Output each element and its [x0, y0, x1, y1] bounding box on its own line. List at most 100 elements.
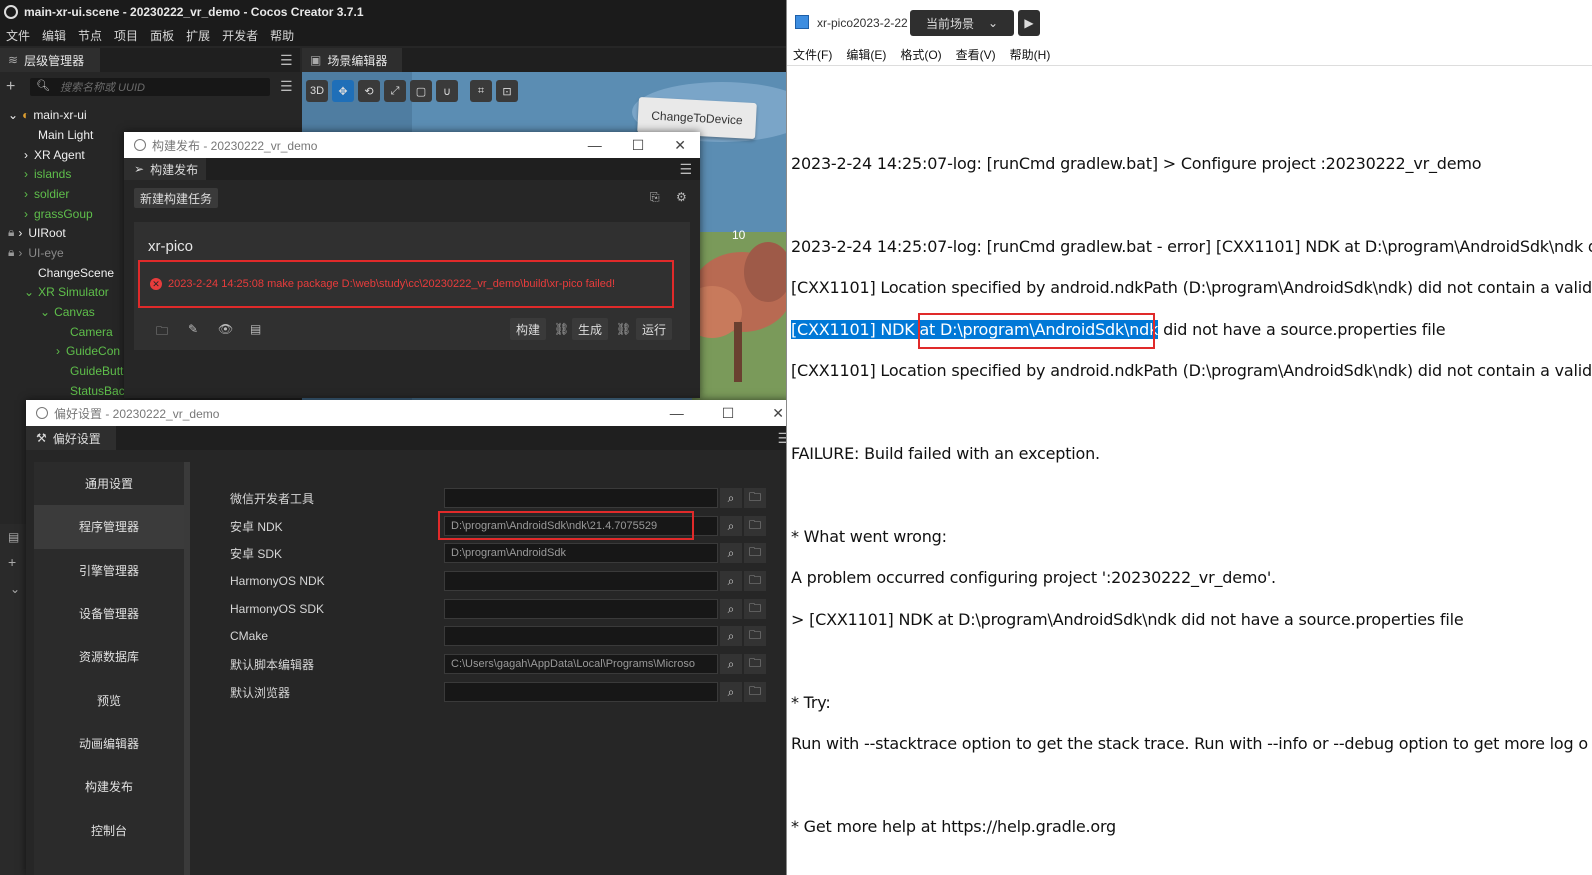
chevron-down-icon[interactable]: ⌄ [10, 582, 20, 596]
minimize-icon[interactable]: — [588, 137, 602, 153]
build-button[interactable]: 构建 [510, 318, 547, 340]
maximize-icon[interactable]: ☐ [722, 405, 735, 422]
tree-node[interactable]: ChangeScene [38, 263, 114, 282]
tree-node[interactable]: › GuideCon [56, 341, 120, 360]
np-menu-help[interactable]: 帮助(H) [1010, 46, 1051, 63]
settings-icon[interactable]: ⚙ [676, 190, 687, 204]
np-menu-format[interactable]: 格式(O) [900, 46, 941, 63]
tree-node[interactable]: Camera [70, 322, 113, 341]
tree-node[interactable]: 🔒︎ › UIRoot [8, 223, 66, 242]
folder-icon[interactable]: ▤ [8, 530, 19, 544]
pivot-icon[interactable]: ⌗ [470, 80, 492, 102]
tab-build[interactable]: ➢ 构建发布 [124, 158, 206, 180]
import-icon[interactable]: ⎘ [650, 190, 660, 205]
np-menu-file[interactable]: 文件(F) [793, 46, 832, 63]
nav-build[interactable]: 构建发布 [34, 765, 184, 808]
run-button[interactable]: 运行 [636, 318, 673, 340]
folder-icon[interactable]: 🗀︎ [744, 626, 766, 646]
nav-engine-manager[interactable]: 引擎管理器 [34, 549, 184, 592]
search-icon[interactable]: ⌕ [720, 682, 742, 702]
search-icon[interactable]: ⌕ [720, 626, 742, 646]
folder-icon[interactable]: 🗀︎ [744, 599, 766, 619]
search-icon[interactable]: ⌕ [720, 571, 742, 591]
scale-tool-icon[interactable]: ⤢ [384, 80, 406, 102]
local-global-icon[interactable]: ⊡ [496, 80, 518, 102]
path-input[interactable] [444, 682, 718, 702]
search-icon[interactable]: ⌕ [720, 543, 742, 563]
nav-device-manager[interactable]: 设备管理器 [34, 592, 184, 635]
tab-scene-editor[interactable]: ▣ 场景编辑器 [302, 48, 402, 72]
add-asset-icon[interactable]: + [8, 554, 16, 570]
list-icon[interactable]: ☰ [280, 78, 293, 95]
make-button[interactable]: 生成 [572, 318, 609, 340]
nav-program-manager[interactable]: 程序管理器 [34, 505, 184, 549]
search-icon[interactable]: ⌕ [720, 599, 742, 619]
tree-node[interactable]: ⌄ Canvas [40, 302, 95, 321]
close-icon[interactable]: ✕ [674, 137, 686, 154]
menu-project[interactable]: 项目 [114, 27, 138, 44]
search-icon[interactable]: ⌕ [720, 654, 742, 674]
move-tool-icon[interactable]: ✥ [332, 80, 354, 102]
new-build-task-button[interactable]: 新建构建任务 [134, 188, 219, 208]
folder-icon[interactable]: 🗀︎ [744, 654, 766, 674]
nav-console[interactable]: 控制台 [34, 808, 184, 851]
tab-preferences[interactable]: ⚒ 偏好设置 [26, 426, 116, 450]
notepad-text-area[interactable]: 2023-2-24 14:25:07-log: [runCmd gradlew.… [787, 68, 1592, 875]
close-icon[interactable]: ✕ [772, 405, 784, 422]
tab-hierarchy[interactable]: ≋ 层级管理器 [0, 48, 100, 72]
menu-edit[interactable]: 编辑 [42, 27, 66, 44]
path-input[interactable] [444, 599, 718, 619]
tree-node[interactable]: Main Light [38, 125, 93, 144]
search-icon[interactable]: ⌕ [720, 516, 742, 536]
hierarchy-search-input[interactable]: 🔍︎ 搜索名称或 UUID [30, 78, 270, 96]
minimize-icon[interactable]: — [670, 405, 684, 421]
nav-asset-db[interactable]: 资源数据库 [34, 635, 184, 678]
path-input[interactable] [444, 626, 718, 646]
folder-icon[interactable]: 🗀︎ [744, 571, 766, 591]
menu-file[interactable]: 文件 [6, 27, 30, 44]
rotate-tool-icon[interactable]: ⟲ [358, 80, 380, 102]
tree-node[interactable]: › XR Agent [24, 145, 85, 164]
menu-help[interactable]: 帮助 [270, 27, 294, 44]
tree-node[interactable]: › grassGoup [24, 204, 93, 223]
tree-node[interactable]: 🔒︎ › UI-eye [8, 243, 64, 262]
magnet-icon[interactable]: ∪ [436, 80, 458, 102]
nav-animation-editor[interactable]: 动画编辑器 [34, 722, 184, 765]
edit-icon[interactable]: ✎ [188, 322, 198, 336]
hierarchy-menu-icon[interactable]: ☰ [280, 52, 293, 69]
path-input[interactable]: C:\Users\gagah\AppData\Local\Programs\Mi… [444, 654, 718, 674]
tree-node[interactable]: ⌄ ◐ main-xr-ui [8, 105, 87, 124]
tree-node[interactable]: › soldier [24, 184, 69, 203]
menu-developer[interactable]: 开发者 [222, 27, 258, 44]
folder-icon[interactable]: 🗀︎ [744, 543, 766, 563]
search-icon[interactable]: ⌕ [720, 488, 742, 508]
menu-node[interactable]: 节点 [78, 27, 102, 44]
folder-icon[interactable]: 🗀︎ [744, 682, 766, 702]
nav-general[interactable]: 通用设置 [34, 462, 184, 505]
log-icon[interactable]: ▤ [250, 322, 261, 336]
menu-panel[interactable]: 面板 [150, 27, 174, 44]
maximize-icon[interactable]: ☐ [632, 137, 645, 154]
np-menu-view[interactable]: 查看(V) [956, 46, 996, 63]
path-input[interactable] [444, 488, 718, 508]
path-input[interactable] [444, 571, 718, 591]
open-folder-icon[interactable]: 🗀︎ [156, 322, 168, 343]
build-menu-icon[interactable]: ☰ [679, 161, 692, 178]
nav-preview[interactable]: 预览 [34, 678, 184, 721]
add-node-icon[interactable]: + [6, 78, 15, 96]
folder-icon[interactable]: 🗀︎ [744, 488, 766, 508]
tree-node[interactable]: ⌄ XR Simulator [24, 282, 109, 301]
tree-node[interactable]: StatusBac [70, 381, 125, 400]
path-input[interactable]: D:\program\AndroidSdk [444, 543, 718, 563]
menu-extension[interactable]: 扩展 [186, 27, 210, 44]
rect-tool-icon[interactable]: ▢ [410, 80, 432, 102]
play-button[interactable]: ▶ [1018, 10, 1040, 36]
eye-icon[interactable]: 👁︎ [218, 322, 233, 336]
nav-scrollbar[interactable] [184, 462, 190, 875]
np-menu-edit[interactable]: 编辑(E) [846, 46, 886, 63]
tree-node[interactable]: › islands [24, 164, 71, 183]
tree-node[interactable]: GuideButt [70, 361, 123, 380]
scene-selector[interactable]: 当前场景 ⌄ [910, 10, 1014, 36]
3d-toggle-button[interactable]: 3D [306, 80, 328, 102]
folder-icon[interactable]: 🗀︎ [744, 516, 766, 536]
